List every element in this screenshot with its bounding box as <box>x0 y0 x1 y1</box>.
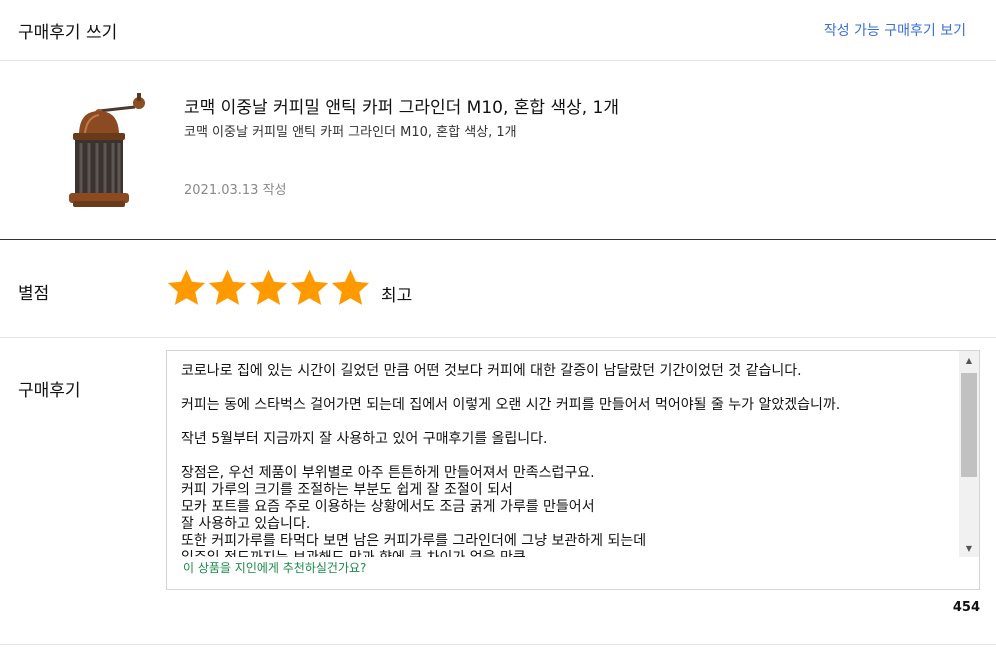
review-scrollbar[interactable]: ▲ ▼ <box>959 351 979 557</box>
page-header: 구매후기 쓰기 작성 가능 구매후기 보기 <box>0 0 996 61</box>
scroll-down-icon[interactable]: ▼ <box>959 539 979 557</box>
product-image <box>69 93 145 207</box>
review-line: 잘 사용하고 있습니다. <box>181 516 311 532</box>
star-icon[interactable] <box>166 267 207 308</box>
star-rating[interactable] <box>166 267 371 309</box>
review-label: 구매후기 <box>18 381 81 401</box>
product-option: 코맥 이중날 커피밀 앤틱 카퍼 그라인더 M10, 혼합 색상, 1개 <box>184 125 517 140</box>
product-section: 코맥 이중날 커피밀 앤틱 카퍼 그라인더 M10, 혼합 색상, 1개 코맥 … <box>0 61 996 240</box>
product-title: 코맥 이중날 커피밀 앤틱 카퍼 그라인더 M10, 혼합 색상, 1개 <box>184 98 619 118</box>
star-icon[interactable] <box>330 267 371 308</box>
recommend-prompt: 이 상품을 지인에게 추천하실건가요? <box>183 561 367 575</box>
review-section: 구매후기 코로나로 집에 있는 시간이 길었던 만큼 어떤 것보다 커피에 대한… <box>0 338 996 645</box>
page-title: 구매후기 쓰기 <box>18 23 118 43</box>
scroll-up-icon[interactable]: ▲ <box>959 351 979 369</box>
review-line: 커피는 동에 스타벅스 걸어가면 되는데 집에서 이렇게 오랜 시간 커피를 만… <box>181 397 841 413</box>
char-count: 454 <box>952 600 980 615</box>
review-line: 작년 5월부터 지금까지 잘 사용하고 있어 구매후기를 올립니다. <box>181 431 548 447</box>
rating-section: 별점 최고 <box>0 241 996 338</box>
review-date: 2021.03.13 작성 <box>184 183 287 198</box>
review-line <box>181 380 957 397</box>
review-line <box>181 448 957 465</box>
available-reviews-link[interactable]: 작성 가능 구매후기 보기 <box>824 20 966 40</box>
review-textarea[interactable]: 코로나로 집에 있는 시간이 길었던 만큼 어떤 것보다 커피에 대한 갈증이 … <box>166 350 980 590</box>
rating-label: 별점 <box>18 284 50 304</box>
review-line: 코로나로 집에 있는 시간이 길었던 만큼 어떤 것보다 커피에 대한 갈증이 … <box>181 363 802 379</box>
rating-text: 최고 <box>381 286 413 306</box>
review-line: 일주일 정도까지는 보관해도 맛과 향에 큰 차이가 없을 만큼 <box>181 550 957 557</box>
review-text[interactable]: 코로나로 집에 있는 시간이 길었던 만큼 어떤 것보다 커피에 대한 갈증이 … <box>167 351 957 557</box>
star-icon[interactable] <box>207 267 248 308</box>
star-icon[interactable] <box>248 267 289 308</box>
review-line: 커피 가루의 크기를 조절하는 부분도 쉽게 잘 조절이 되서 <box>181 482 513 498</box>
review-line <box>181 414 957 431</box>
star-icon[interactable] <box>289 267 330 308</box>
review-line: 모카 포트를 요즘 주로 이용하는 상황에서도 조금 굵게 가루를 만들어서 <box>181 499 595 515</box>
review-line: 또한 커피가루를 타먹다 보면 남은 커피가루를 그라인더에 그냥 보관하게 되… <box>181 533 647 549</box>
review-line: 장점은, 우선 제품이 부위별로 아주 튼튼하게 만들어져서 만족스럽구요. <box>181 465 595 481</box>
scroll-thumb[interactable] <box>961 373 977 477</box>
